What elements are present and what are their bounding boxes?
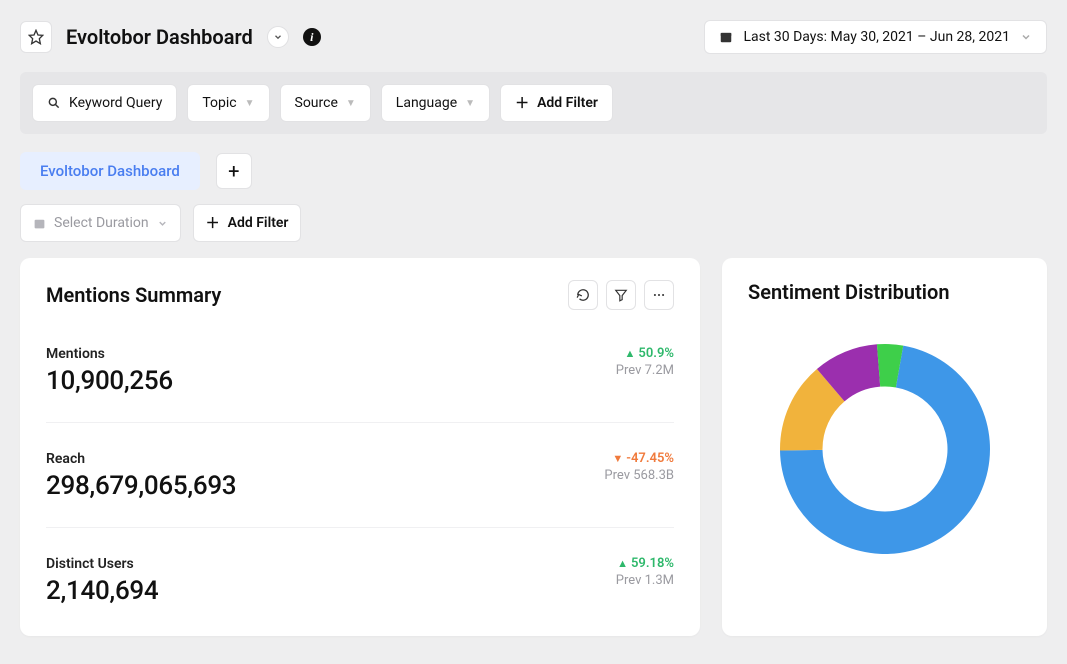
card-header: Mentions Summary <box>46 280 674 310</box>
title-dropdown-button[interactable] <box>267 26 289 48</box>
sentiment-distribution-card: Sentiment Distribution <box>722 258 1047 636</box>
plus-icon: ＋ <box>515 93 529 113</box>
add-filter-label: Add Filter <box>228 215 289 231</box>
filter-bar: Keyword Query Topic ▼ Source ▼ Language … <box>20 72 1047 134</box>
source-label: Source <box>295 95 338 111</box>
metric-label: Mentions <box>46 346 173 362</box>
header-bar: Evoltobor Dashboard i Last 30 Days: May … <box>20 20 1047 54</box>
dropdown-arrow-icon: ▼ <box>465 98 475 109</box>
chevron-down-icon <box>1020 31 1032 43</box>
metric-label: Reach <box>46 451 236 467</box>
search-icon <box>47 96 61 110</box>
tab-label: Evoltobor Dashboard <box>40 162 180 180</box>
mentions-summary-card: Mentions Summary Mentions 10,900, <box>20 258 700 636</box>
topic-filter[interactable]: Topic ▼ <box>187 84 269 122</box>
delta-percent: ▼-47.45% <box>604 451 674 466</box>
tabs-row: Evoltobor Dashboard + <box>20 152 1047 190</box>
dropdown-arrow-icon: ▼ <box>346 98 356 109</box>
metric-row-distinct-users: Distinct Users 2,140,694 ▲59.18% Prev 1.… <box>46 548 674 614</box>
donut-chart-wrap <box>748 304 1021 574</box>
header-left: Evoltobor Dashboard i <box>20 21 321 53</box>
metric-value: 10,900,256 <box>46 366 173 396</box>
card-title: Sentiment Distribution <box>748 280 1021 304</box>
plus-icon: + <box>228 159 239 183</box>
metric-delta: ▼-47.45% Prev 568.3B <box>604 451 674 483</box>
keyword-query-filter[interactable]: Keyword Query <box>32 84 177 122</box>
card-tools <box>568 280 674 310</box>
cards-region: Mentions Summary Mentions 10,900, <box>20 258 1047 636</box>
refresh-icon <box>576 288 590 302</box>
up-arrow-icon: ▲ <box>617 557 628 570</box>
metric-row-mentions: Mentions 10,900,256 ▲50.9% Prev 7.2M <box>46 338 674 423</box>
ellipsis-icon <box>652 288 666 302</box>
secondary-filter-row: Select Duration ＋ Add Filter <box>20 204 1047 242</box>
dashboard-title: Evoltobor Dashboard <box>66 25 253 49</box>
metric-info: Mentions 10,900,256 <box>46 346 173 396</box>
metric-row-reach: Reach 298,679,065,693 ▼-47.45% Prev 568.… <box>46 443 674 528</box>
language-filter[interactable]: Language ▼ <box>381 84 490 122</box>
info-icon[interactable]: i <box>303 28 321 46</box>
date-range-label: Last 30 Days: May 30, 2021 – Jun 28, 202… <box>743 29 1010 45</box>
add-tab-button[interactable]: + <box>216 153 252 189</box>
add-filter-label: Add Filter <box>537 95 598 111</box>
select-duration-button[interactable]: Select Duration <box>20 204 181 242</box>
metric-info: Reach 298,679,065,693 <box>46 451 236 501</box>
refresh-button[interactable] <box>568 280 598 310</box>
delta-percent: ▲50.9% <box>616 346 674 361</box>
metric-value: 298,679,065,693 <box>46 471 236 501</box>
metric-info: Distinct Users 2,140,694 <box>46 556 158 606</box>
delta-previous: Prev 568.3B <box>604 468 674 483</box>
down-arrow-icon: ▼ <box>612 452 623 465</box>
calendar-icon <box>719 30 733 44</box>
favorite-star-button[interactable] <box>20 21 52 53</box>
metric-delta: ▲59.18% Prev 1.3M <box>616 556 674 588</box>
add-filter-button[interactable]: ＋ Add Filter <box>500 84 613 122</box>
add-filter-secondary-button[interactable]: ＋ Add Filter <box>193 204 302 242</box>
source-filter[interactable]: Source ▼ <box>280 84 371 122</box>
metric-delta: ▲50.9% Prev 7.2M <box>616 346 674 378</box>
delta-previous: Prev 1.3M <box>616 573 674 588</box>
metric-label: Distinct Users <box>46 556 158 572</box>
date-range-picker[interactable]: Last 30 Days: May 30, 2021 – Jun 28, 202… <box>704 20 1047 54</box>
language-label: Language <box>396 95 457 111</box>
dropdown-arrow-icon: ▼ <box>245 98 255 109</box>
metric-value: 2,140,694 <box>46 576 158 606</box>
more-menu-button[interactable] <box>644 280 674 310</box>
keyword-query-label: Keyword Query <box>69 95 162 111</box>
filter-button[interactable] <box>606 280 636 310</box>
plus-icon: ＋ <box>206 213 220 233</box>
calendar-icon <box>33 217 46 230</box>
funnel-icon <box>614 288 628 302</box>
card-title: Mentions Summary <box>46 283 221 307</box>
sentiment-donut-chart <box>760 324 1010 574</box>
up-arrow-icon: ▲ <box>625 347 636 360</box>
tab-dashboard[interactable]: Evoltobor Dashboard <box>20 152 200 190</box>
delta-percent: ▲59.18% <box>616 556 674 571</box>
chevron-down-icon <box>157 218 168 229</box>
select-duration-label: Select Duration <box>54 215 149 231</box>
topic-label: Topic <box>202 95 236 111</box>
delta-previous: Prev 7.2M <box>616 363 674 378</box>
